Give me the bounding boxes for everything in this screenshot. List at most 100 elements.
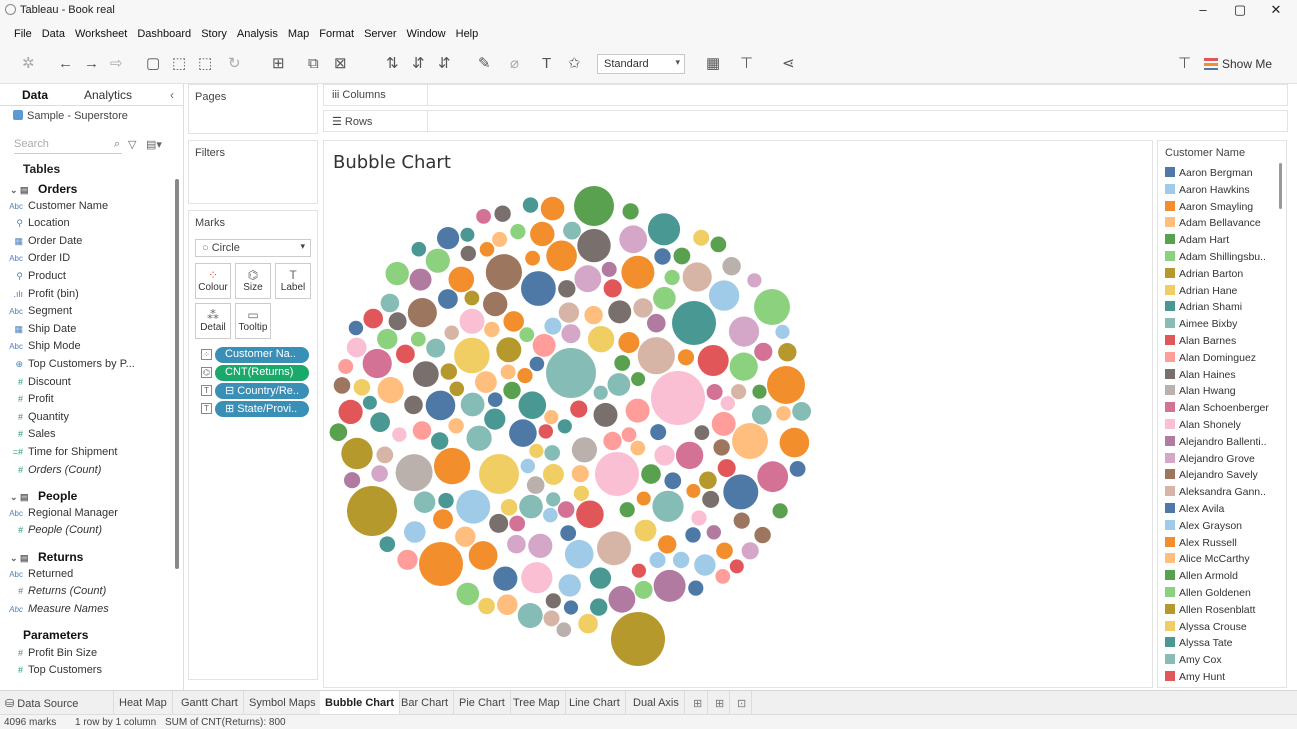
bubble-mark[interactable] [561,324,581,344]
size-button[interactable]: ⌬ Size [235,263,271,299]
field-item[interactable]: # Quantity [0,411,69,428]
legend-item[interactable]: Alex Russell [1165,536,1273,553]
bubble-mark[interactable] [500,364,516,380]
bubble-mark[interactable] [520,458,535,474]
legend-item[interactable]: Alex Avila [1165,503,1273,519]
bubble-mark[interactable] [664,472,682,490]
bubble-mark[interactable] [685,527,701,543]
clear-sheet-icon[interactable]: ⊠ [334,55,347,73]
bubble-mark[interactable] [440,363,457,380]
bubble-mark[interactable] [341,437,373,470]
bubble-mark[interactable] [723,474,759,510]
sheet-tab[interactable]: Dual Axis [628,691,685,714]
bubble-mark[interactable] [371,465,388,482]
sheet-tab[interactable]: Line Chart [564,691,626,714]
bubble-mark[interactable] [494,205,511,222]
bubble-mark[interactable] [658,535,677,554]
bubble-mark[interactable] [517,368,533,384]
pin-icon[interactable]: ✩ [568,55,581,73]
viz-area[interactable]: Bubble Chart [323,140,1153,688]
minimize-button[interactable]: – [1185,1,1221,19]
bubble-mark[interactable] [779,427,810,458]
bubble-mark[interactable] [456,582,480,606]
bubble-mark[interactable] [653,286,676,310]
bubble-mark[interactable] [564,539,594,569]
legend-item[interactable]: Alice McCarthy [1165,553,1273,569]
bubble-mark[interactable] [767,366,805,404]
label-button[interactable]: T Label [275,263,311,299]
bubble-mark[interactable] [456,489,491,524]
bubble-mark[interactable] [503,311,524,332]
bubble-mark[interactable] [543,610,560,627]
bubble-mark[interactable] [621,427,637,443]
bubble-mark[interactable] [699,471,717,490]
bubble-mark[interactable] [729,352,758,381]
field-item[interactable]: # Sales [0,428,56,445]
bubble-mark[interactable] [789,461,806,477]
bubble-mark[interactable] [407,298,437,328]
bubble-mark[interactable] [637,337,675,375]
bubble-mark[interactable] [493,566,518,591]
bubble-mark[interactable] [563,221,581,240]
bubble-mark[interactable] [448,266,475,293]
legend-item[interactable]: Alex Grayson [1165,519,1273,536]
colour-button[interactable]: ⁘ Colour [195,263,231,299]
bubble-mark[interactable] [619,502,635,518]
bubble-mark[interactable] [460,227,475,242]
bubble-mark[interactable] [618,332,640,353]
field-item[interactable]: Abc Measure Names [0,603,109,620]
bubble-mark[interactable] [454,337,490,374]
bubble-mark[interactable] [595,452,639,496]
bubble-mark[interactable] [540,196,565,221]
bubble-mark[interactable] [526,476,545,494]
table-item[interactable]: ⌄ ▤ Returns [10,550,83,567]
bubble-mark[interactable] [563,600,579,615]
bubble-mark[interactable] [752,405,772,425]
bubble-mark[interactable] [636,491,651,506]
bubble-mark[interactable] [634,519,657,542]
bubble-mark[interactable] [607,373,631,396]
bubble-mark[interactable] [558,302,580,323]
label-icon[interactable]: T [542,55,551,73]
bubble-mark[interactable] [560,525,577,541]
bubble-mark[interactable] [593,385,608,400]
redo-icon[interactable]: → [84,55,99,73]
bubble-mark[interactable] [510,224,526,240]
bubble-mark[interactable] [503,381,521,400]
search-input[interactable]: Search ⌕ [14,138,122,154]
bubble-mark[interactable] [409,268,432,291]
bubble-mark[interactable] [519,327,535,343]
field-item[interactable]: Abc Order ID [0,252,70,269]
rows-shelf[interactable]: ☰ Rows [323,110,1288,132]
bubble-mark[interactable] [557,501,575,518]
bubble-mark[interactable] [631,372,646,387]
bubble-mark[interactable] [570,400,588,418]
table-item[interactable]: ⌄ ▤ Orders [10,182,77,199]
bubble-mark[interactable] [338,359,354,374]
bubble-mark[interactable] [573,485,589,501]
bubble-mark[interactable] [509,419,537,447]
new-worksheet-icon[interactable]: ⬚ [198,55,212,73]
bubble-mark[interactable] [444,325,459,340]
bubble-mark[interactable] [653,569,686,602]
bubble-mark[interactable] [672,551,690,569]
bubble-mark[interactable] [593,402,618,427]
bubble-mark[interactable] [754,289,790,325]
bubble-mark[interactable] [603,279,622,298]
bubble-mark[interactable] [747,273,762,288]
bubble-mark[interactable] [641,464,661,484]
bubble-mark[interactable] [611,612,665,666]
pin-viz-icon[interactable]: ⊤ [1178,55,1191,73]
bubble-mark[interactable] [497,594,518,615]
bubble-mark[interactable] [631,563,646,578]
menu-analysis[interactable]: Analysis [232,20,283,40]
bubble-chart[interactable] [324,141,1152,687]
bubble-mark[interactable] [603,431,622,451]
bubble-mark[interactable] [426,338,446,358]
collapse-pane-icon[interactable]: ‹ [170,88,174,102]
bubble-mark[interactable] [377,377,404,404]
bubble-mark[interactable] [716,542,733,560]
legend-item[interactable]: Alan Hwang [1165,385,1273,401]
bubble-mark[interactable] [484,408,506,430]
bubble-mark[interactable] [455,526,476,547]
